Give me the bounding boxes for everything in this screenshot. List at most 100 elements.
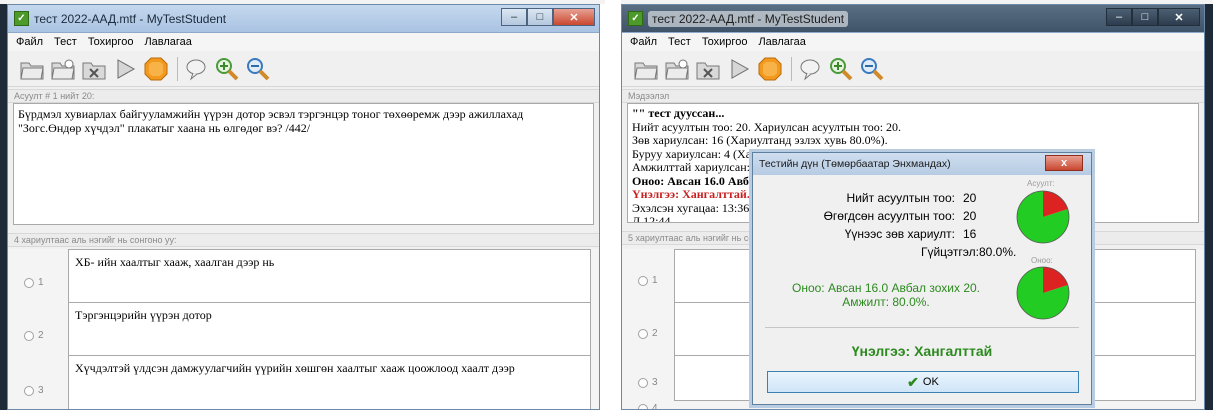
menu-file[interactable]: Файл <box>630 36 657 48</box>
play-icon <box>117 58 136 79</box>
menu-bar: Файл Тест Тохиргоо Лавлагаа <box>622 33 1204 51</box>
question-text: Бүрдмэл хувиарлах байгууламжийн үүрэн до… <box>13 103 594 225</box>
ok-button[interactable]: ✔ OK <box>767 371 1079 393</box>
stat-label: Нийт асуултын тоо: <box>846 191 955 205</box>
zoom-in-button[interactable] <box>213 55 241 83</box>
close-button[interactable]: ✕ <box>1158 8 1200 26</box>
answer-number: 1 <box>652 275 658 286</box>
close-button[interactable]: ✕ <box>553 8 595 26</box>
help-button[interactable] <box>182 55 210 83</box>
caption-buttons: – □ ✕ <box>501 8 595 26</box>
radio-button[interactable] <box>24 330 34 341</box>
maximize-button[interactable]: □ <box>1132 8 1158 26</box>
menu-help[interactable]: Лавлагаа <box>144 36 191 48</box>
menu-settings[interactable]: Тохиргоо <box>88 36 134 48</box>
radio-button[interactable] <box>24 277 34 288</box>
answer-number: 4 <box>652 403 658 410</box>
title-bar[interactable]: ✓ тест 2022-ААД.mtf - MyTestStudent – □ … <box>622 5 1204 33</box>
desktop-edge-right <box>1205 4 1213 410</box>
start-button[interactable] <box>725 55 753 83</box>
app-checkmark-icon: ✓ <box>628 11 643 26</box>
close-test-icon <box>696 62 720 79</box>
test-window-question: ✓ тест 2022-ААД.mtf - MyTestStudent – □ … <box>7 4 600 410</box>
answers-header: 4 хариултаас аль нэгийг нь сонгоно уу: <box>8 233 599 247</box>
open-folder-icon <box>20 62 44 79</box>
result-dialog: Тестийн дүн (Төмөрбаатар Энхмандах) x Ни… <box>752 152 1092 405</box>
menu-bar: Файл Тест Тохиргоо Лавлагаа <box>8 33 599 51</box>
answer-text[interactable]: Тэргэнцэрийн үүрэн дотор <box>68 302 591 356</box>
collage-gap <box>600 4 621 410</box>
score-line: Оноо: Авсан 16.0 Авбал зохих 20. <box>791 281 981 295</box>
window-title: тест 2022-ААД.mtf - MyTestStudent <box>648 10 849 27</box>
answer-option[interactable]: 1 ХБ- ийн хаалтыг хааж, хаалган дээр нь <box>8 249 599 305</box>
answer-number: 3 <box>38 385 44 396</box>
menu-test[interactable]: Тест <box>668 36 691 48</box>
zoom-in-button[interactable] <box>827 55 855 83</box>
radio-button[interactable] <box>638 377 648 388</box>
radio-button[interactable] <box>638 328 648 339</box>
toolbar-separator <box>791 56 792 81</box>
stat-value: 20 <box>963 191 977 205</box>
zoom-out-icon <box>861 57 884 80</box>
ok-label: OK <box>922 376 939 388</box>
close-test-button[interactable] <box>694 55 722 83</box>
answer-number: 2 <box>38 330 44 341</box>
close-test-button[interactable] <box>80 55 108 83</box>
close-test-icon <box>82 62 106 79</box>
pie-questions-label: Асуулт: <box>1027 179 1055 188</box>
window-title: тест 2022-ААД.mtf - MyTestStudent <box>34 11 227 26</box>
answers-area: 1 ХБ- ийн хаалтыг хааж, хаалган дээр нь … <box>8 249 599 409</box>
stop-button[interactable] <box>142 55 170 83</box>
stat-label: Үүнээс зөв хариулт: <box>844 227 955 241</box>
start-button[interactable] <box>111 55 139 83</box>
dialog-title-bar[interactable]: Тестийн дүн (Төмөрбаатар Энхмандах) x <box>753 153 1091 175</box>
menu-settings[interactable]: Тохиргоо <box>702 36 748 48</box>
caption-buttons: – □ ✕ <box>1106 8 1200 26</box>
zoom-out-button[interactable] <box>244 55 272 83</box>
open-folder-button[interactable] <box>632 55 660 83</box>
pie-score-chart <box>1016 266 1070 320</box>
result-line: Нийт асуултын тоо: 20. Хариулсан асуулты… <box>632 119 902 134</box>
app-checkmark-icon: ✓ <box>14 11 29 26</box>
toolbar <box>622 51 1204 87</box>
stop-icon <box>758 57 782 80</box>
chat-bubble-icon <box>186 59 206 81</box>
answer-option[interactable]: 3 Хүчдэлтэй үлдсэн дамжуулагчийн үүрийн … <box>8 355 599 409</box>
radio-button[interactable] <box>638 275 648 286</box>
open-recent-button[interactable] <box>663 55 691 83</box>
answer-text[interactable]: ХБ- ийн хаалтыг хааж, хаалган дээр нь <box>68 249 591 303</box>
help-button[interactable] <box>796 55 824 83</box>
toolbar-separator <box>177 56 178 81</box>
success-line: Амжилт: 80.0%. <box>842 295 930 309</box>
result-line: Зөв хариулсан: 16 (Хариултанд эзлэх хувь… <box>632 133 888 147</box>
answer-text[interactable]: Хүчдэлтэй үлдсэн дамжуулагчийн үүрийн хө… <box>68 355 591 409</box>
maximize-button[interactable]: □ <box>527 8 553 26</box>
dialog-title: Тестийн дүн (Төмөрбаатар Энхмандах) <box>759 158 951 170</box>
radio-button[interactable] <box>24 385 34 396</box>
stat-label: Өгөгдсөн асуултын тоо: <box>823 209 955 223</box>
stop-button[interactable] <box>756 55 784 83</box>
grade-text: Үнэлгээ: Хангалттай <box>851 343 993 359</box>
toolbar <box>8 51 599 87</box>
open-recent-button[interactable] <box>49 55 77 83</box>
open-folder-button[interactable] <box>18 55 46 83</box>
open-folder-icon <box>634 62 658 79</box>
answer-option[interactable]: 2 Тэргэнцэрийн үүрэн дотор <box>8 302 599 358</box>
pie-questions-chart <box>1016 190 1070 244</box>
minimize-button[interactable]: – <box>1106 8 1132 26</box>
answer-number: 3 <box>652 377 658 388</box>
minimize-button[interactable]: – <box>501 8 527 26</box>
menu-help[interactable]: Лавлагаа <box>758 36 805 48</box>
play-icon <box>731 58 750 79</box>
radio-button[interactable] <box>638 403 648 409</box>
dialog-close-button[interactable]: x <box>1045 155 1083 171</box>
title-bar[interactable]: ✓ тест 2022-ААД.mtf - MyTestStudent – □ … <box>8 5 599 33</box>
zoom-in-icon <box>216 57 239 80</box>
menu-test[interactable]: Тест <box>54 36 77 48</box>
answer-number: 2 <box>652 328 658 339</box>
open-recent-icon <box>51 59 75 79</box>
result-line: "" тест дууссан... <box>632 106 725 120</box>
zoom-out-button[interactable] <box>858 55 886 83</box>
zoom-out-icon <box>247 57 270 80</box>
menu-file[interactable]: Файл <box>16 36 43 48</box>
